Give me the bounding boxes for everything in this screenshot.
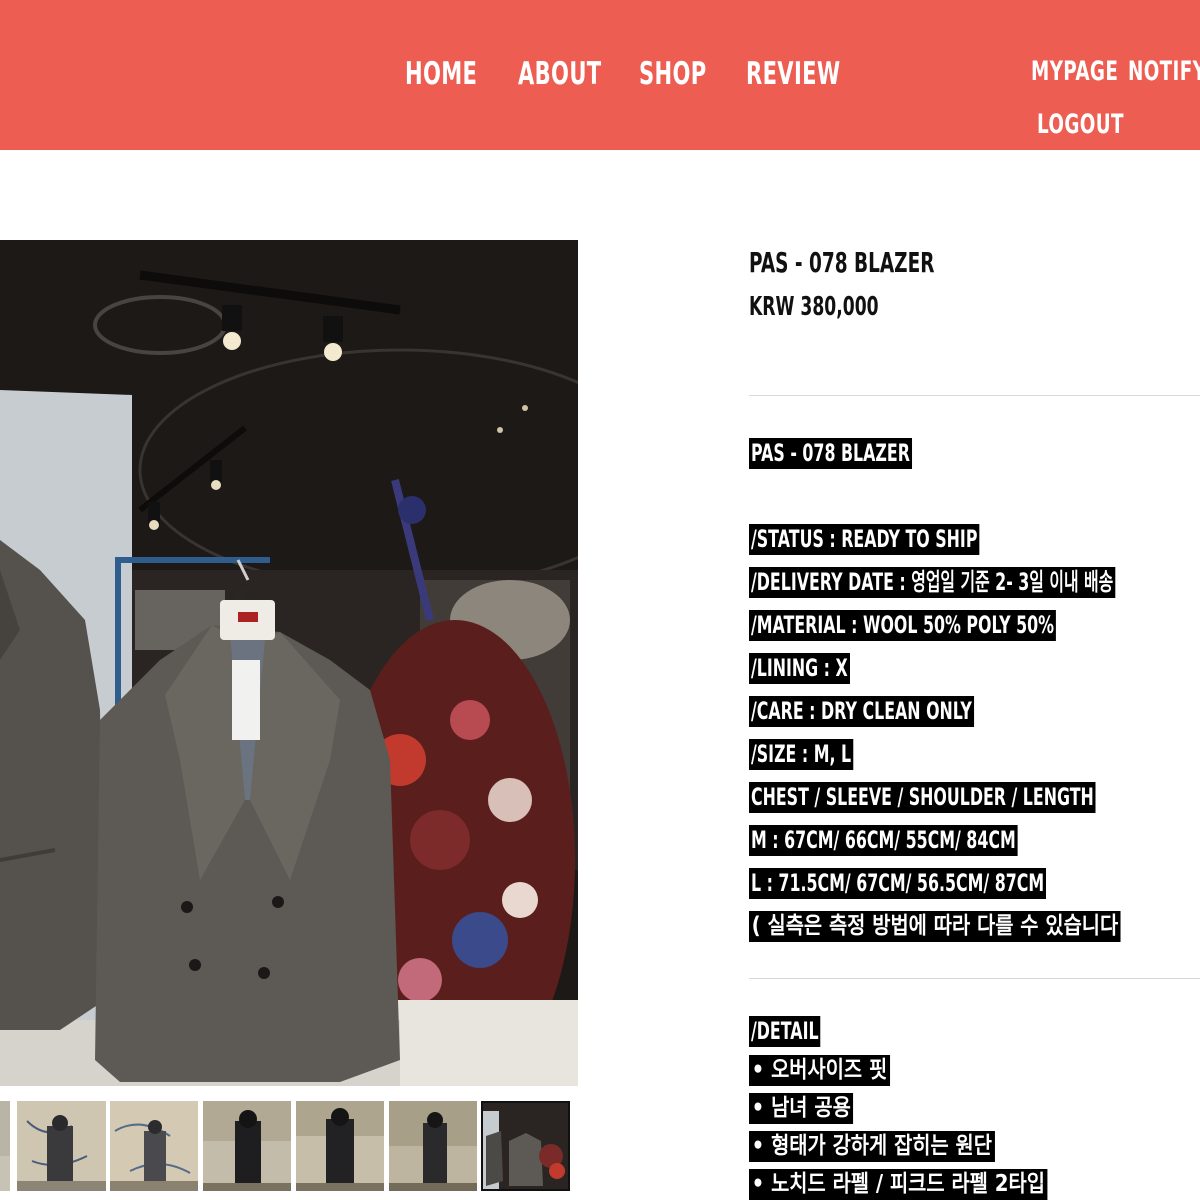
detail-item: • 형태가 강하게 잡히는 원단 [749,1131,1035,1162]
thumbnail[interactable] [389,1101,477,1191]
size-chart-m: M : 67CM/ 66CM/ 55CM/ 84CM [749,825,1018,856]
thumbnail-active[interactable] [481,1101,570,1191]
spec-status: /STATUS : READY TO SHIP [749,524,980,555]
product-name: PAS - 078 BLAZER [749,246,935,279]
measurement-note: ( 실측은 측정 방법에 따라 다를 수 있습니다 [749,911,1181,942]
thumbnail-strip [0,1101,580,1191]
mypage-link[interactable]: MYPAGE [1031,56,1118,87]
detail-item: • 남녀 공용 [749,1093,870,1124]
detail-item: • 오버사이즈 핏 [749,1055,913,1086]
size-chart-header: CHEST / SLEEVE / SHOULDER / LENGTH [749,782,1096,813]
divider [749,978,1200,979]
logout-link[interactable]: LOGOUT [1037,109,1124,140]
nav-review[interactable]: REVIEW [746,56,840,92]
spec-care: /CARE : DRY CLEAN ONLY [749,696,974,727]
description-title: PAS - 078 BLAZER [749,438,912,469]
product-price: KRW 380,000 [749,292,879,322]
spec-delivery-date: /DELIVERY DATE : 영업일 기준 2- 3일 이내 배송 [749,567,1116,598]
spec-size: /SIZE : M, L [749,739,854,770]
product-main-image [0,240,578,1086]
size-chart-l: L : 71.5CM/ 67CM/ 56.5CM/ 87CM [749,868,1047,899]
thumbnail[interactable] [296,1101,384,1191]
spec-material: /MATERIAL : WOOL 50% POLY 50% [749,610,1057,641]
thumbnail[interactable] [17,1101,106,1191]
detail-title: /DETAIL [749,1016,821,1047]
nav-about[interactable]: ABOUT [518,56,602,92]
divider [749,395,1200,396]
detail-item: • 노치드 라펠 / 피크드 라펠 2타입 [749,1169,1096,1200]
nav-home[interactable]: HOME [405,56,477,92]
product-photo [0,240,578,1086]
site-header: HOME ABOUT SHOP REVIEW MYPAGE NOTIFY LOG… [0,0,1200,150]
spec-lining: /LINING : X [749,653,850,684]
nav-shop[interactable]: SHOP [639,56,707,92]
product-info: PAS - 078 BLAZER KRW 380,000 PAS - 078 B… [749,240,1200,1200]
notify-link[interactable]: NOTIFY [1128,56,1200,87]
thumbnail[interactable] [0,1101,10,1191]
thumbnail[interactable] [110,1101,198,1191]
thumbnail[interactable] [203,1101,291,1191]
